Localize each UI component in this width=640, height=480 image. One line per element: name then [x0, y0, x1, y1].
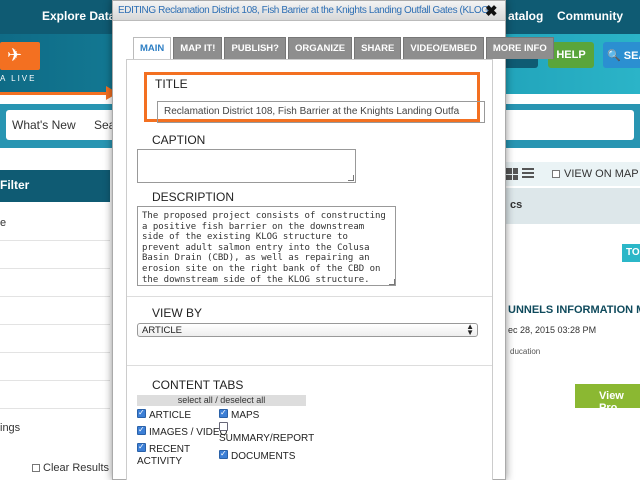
- clear-results-checkbox[interactable]: [32, 464, 40, 472]
- resize-grip-icon[interactable]: [348, 175, 354, 181]
- modal-titlebar[interactable]: EDITING Reclamation District 108, Fish B…: [113, 1, 505, 21]
- view-on-map-label: VIEW ON MAP: [564, 168, 639, 180]
- tab-main[interactable]: MAIN: [133, 37, 172, 59]
- description-label: DESCRIPTION: [152, 190, 235, 204]
- grid-view-icon[interactable]: [506, 168, 518, 180]
- edit-modal: EDITING Reclamation District 108, Fish B…: [112, 0, 554, 480]
- article-label: ARTICLE: [149, 410, 192, 421]
- filter-label: Filter: [0, 178, 30, 192]
- close-icon[interactable]: ✖: [485, 2, 498, 20]
- nav-community[interactable]: Community: [557, 9, 623, 23]
- divider: [0, 240, 110, 241]
- tab-publish[interactable]: PUBLISH?: [224, 37, 286, 59]
- result-category: ducation: [510, 347, 541, 356]
- nav-catalog[interactable]: atalog: [508, 9, 543, 23]
- filter-item[interactable]: e: [0, 217, 6, 229]
- main-panel: TITLE Reclamation District 108, Fish Bar…: [126, 59, 493, 480]
- tab-map-it[interactable]: MAP IT!: [173, 37, 223, 59]
- result-title[interactable]: UNNELS INFORMATION M: [508, 304, 640, 316]
- images-video-label: IMAGES / VIDEO: [149, 427, 228, 438]
- type-badge: TO: [622, 244, 640, 262]
- description-textarea[interactable]: The proposed project consists of constru…: [137, 206, 396, 286]
- title-input[interactable]: Reclamation District 108, Fish Barrier a…: [157, 101, 485, 123]
- divider: [127, 365, 492, 366]
- logo[interactable]: ✈: [0, 42, 40, 70]
- recent-activity-label: RECENT ACTIVITY: [137, 444, 190, 467]
- view-on-map-checkbox[interactable]: [552, 170, 560, 178]
- maps-label: MAPS: [231, 410, 260, 421]
- result-date: ec 28, 2015 03:28 PM: [508, 325, 597, 335]
- view-on-map[interactable]: VIEW ON MAP: [552, 168, 639, 180]
- caption-textarea[interactable]: [137, 149, 356, 183]
- tab-more-info[interactable]: MORE INFO: [485, 37, 554, 59]
- help-button[interactable]: HELP: [548, 42, 594, 68]
- clear-results-label: Clear Results: [43, 462, 110, 474]
- divider: [0, 324, 110, 325]
- tab-video-embed[interactable]: VIDEO/EMBED: [403, 37, 484, 59]
- summary-report-label: SUMMARY/REPORT: [219, 433, 315, 444]
- images-video-checkbox[interactable]: [137, 425, 146, 435]
- summary-report-checkbox[interactable]: [219, 422, 228, 431]
- whats-new-link[interactable]: What's New: [12, 118, 76, 132]
- logo-tagline: A LIVE: [0, 74, 37, 83]
- clear-results[interactable]: Clear Results: [32, 462, 109, 474]
- nav-explore-data[interactable]: Explore Data: [42, 9, 115, 23]
- divider: [0, 296, 110, 297]
- title-label: TITLE: [155, 77, 188, 91]
- tab-share[interactable]: SHARE: [354, 37, 402, 59]
- modal-title: EDITING Reclamation District 108, Fish B…: [118, 5, 492, 16]
- modal-tabs: MAIN MAP IT! PUBLISH? ORGANIZE SHARE VID…: [133, 37, 554, 59]
- divider: [127, 296, 492, 297]
- divider: [0, 268, 110, 269]
- search-box-right[interactable]: [484, 110, 634, 140]
- divider: [0, 352, 110, 353]
- documents-label: DOCUMENTS: [231, 451, 296, 462]
- annotation-arrow: [0, 92, 108, 95]
- content-section-label: cs: [510, 199, 523, 211]
- header-search-button[interactable]: 🔍 SEA: [603, 42, 640, 68]
- content-tabs-label: CONTENT TABS: [152, 378, 244, 392]
- title-highlight-box: TITLE Reclamation District 108, Fish Bar…: [144, 72, 485, 123]
- divider: [0, 408, 110, 409]
- bird-logo-icon: ✈: [7, 45, 23, 65]
- caption-label: CAPTION: [152, 133, 206, 147]
- divider: [0, 380, 110, 381]
- view-by-select[interactable]: ARTICLE ▲ ▼: [137, 323, 478, 337]
- resize-grip-icon[interactable]: [389, 279, 395, 285]
- tab-organize[interactable]: ORGANIZE: [287, 37, 353, 59]
- maps-checkbox[interactable]: [219, 408, 228, 418]
- select-arrows-icon: ▲ ▼: [466, 322, 474, 337]
- view-profile-button[interactable]: View Pro: [575, 384, 640, 414]
- filter-item[interactable]: ings: [0, 422, 20, 434]
- select-all-link[interactable]: select all / deselect all: [137, 395, 306, 406]
- documents-checkbox[interactable]: [219, 449, 228, 459]
- view-by-label: VIEW BY: [152, 306, 203, 320]
- article-checkbox[interactable]: [137, 408, 146, 418]
- view-by-value: ARTICLE: [142, 325, 182, 336]
- list-view-icon[interactable]: [522, 168, 534, 180]
